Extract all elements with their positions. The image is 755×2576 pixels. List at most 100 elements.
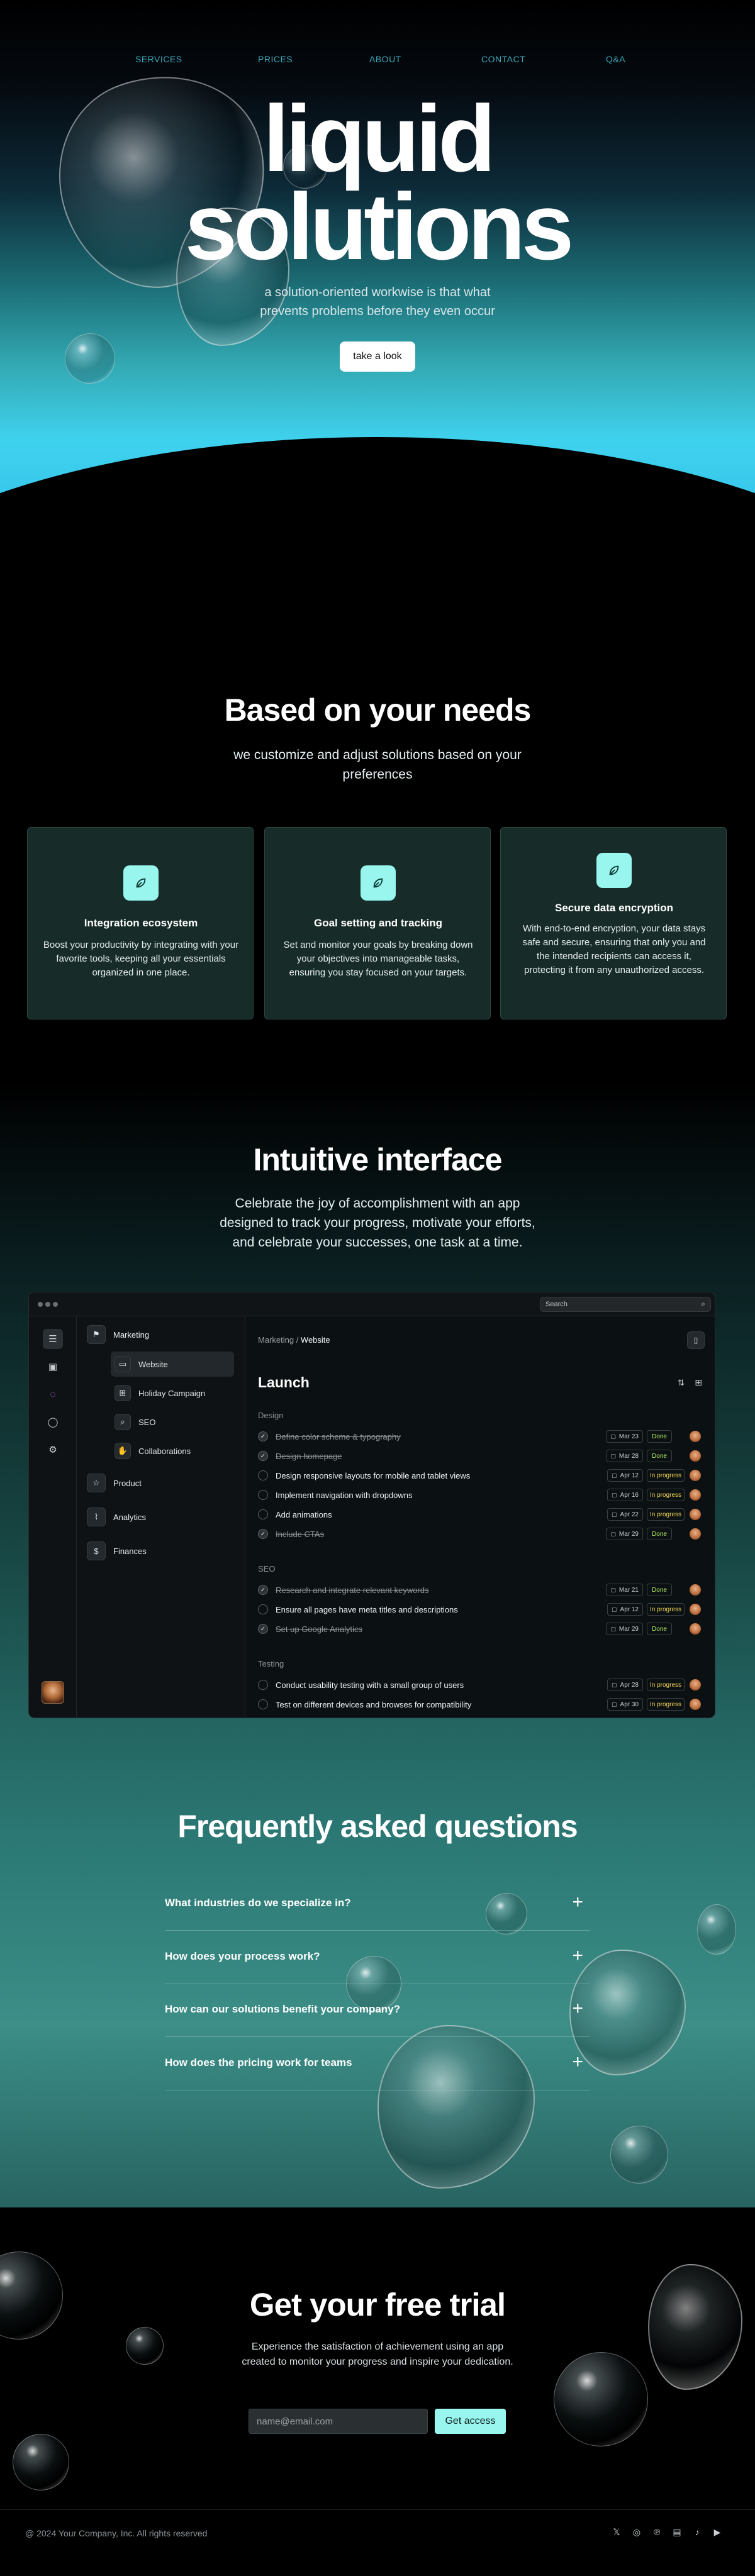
task-row[interactable]: Conduct usability testing with a small g… (258, 1677, 703, 1693)
task-board: Marketing / Website ▯ Launch ⇅ ⊞ Design ✓… (245, 1316, 715, 1718)
sidebar-subitem-seo[interactable]: ⌕ SEO (111, 1409, 234, 1435)
panel-toggle-icon[interactable]: ▯ (687, 1331, 705, 1349)
task-due-date[interactable]: ▢ Mar 23 (606, 1430, 643, 1443)
sidebar-item-marketing[interactable]: ⚑ Marketing (87, 1324, 149, 1345)
grid-view-icon[interactable]: ⊞ (695, 1377, 702, 1388)
sidebar-item-product[interactable]: ☆ Product (87, 1472, 142, 1494)
task-row[interactable]: Implement navigation with dropdowns ▢ Apr … (258, 1487, 703, 1503)
task-row[interactable]: Add animations ▢ Apr 22 In progress (258, 1506, 703, 1523)
hero-curve-divider (0, 437, 755, 503)
take-a-look-button[interactable]: take a look (340, 341, 415, 372)
gear-icon[interactable]: ⚙ (43, 1440, 63, 1460)
faq-item[interactable]: How does the pricing work for teams + (165, 2038, 590, 2090)
calendar-icon: ▢ (610, 1586, 616, 1593)
assignee-avatar[interactable] (690, 1431, 701, 1442)
linkedin-icon[interactable]: ▤ (669, 2524, 685, 2540)
assignee-avatar[interactable] (690, 1699, 701, 1710)
checked-circle-icon[interactable]: ✓ (258, 1585, 268, 1595)
assignee-avatar[interactable] (690, 1679, 701, 1690)
unchecked-circle-icon[interactable] (258, 1470, 268, 1480)
sidebar-subitem-website[interactable]: ▭ Website (111, 1352, 234, 1377)
plus-icon[interactable]: + (572, 1945, 583, 1967)
checked-circle-icon[interactable]: ✓ (258, 1451, 268, 1461)
spinner-icon[interactable]: ◌ (43, 1384, 63, 1404)
unchecked-circle-icon[interactable] (258, 1490, 268, 1500)
email-field[interactable] (249, 2409, 428, 2434)
window-close-dot[interactable] (38, 1302, 43, 1307)
unchecked-circle-icon[interactable] (258, 1680, 268, 1690)
task-row[interactable]: ✓ Set up Google Analytics ▢ Mar 29 Done (258, 1621, 703, 1637)
task-row[interactable]: ✓ Define color scheme & typography ▢ Mar 23… (258, 1428, 703, 1445)
window-minimize-dot[interactable] (45, 1302, 50, 1307)
nav-link-qa[interactable]: Q&A (606, 54, 625, 64)
handshake-icon: ✋ (115, 1443, 131, 1459)
interface-subtitle-line3: and celebrate your successes, one task a… (232, 1235, 523, 1250)
sidebar-subitem-collaborations[interactable]: ✋ Collaborations (111, 1438, 234, 1463)
plus-icon[interactable]: + (572, 1892, 583, 1913)
task-due-date[interactable]: ▢ Mar 28 (606, 1450, 643, 1462)
avatar[interactable] (42, 1681, 64, 1704)
nav-link-about[interactable]: ABOUT (369, 54, 401, 64)
assignee-avatar[interactable] (690, 1470, 701, 1481)
task-due-date[interactable]: ▢ Mar 21 (606, 1584, 643, 1596)
faq-item[interactable]: What industries do we specialize in? + (165, 1878, 590, 1931)
assignee-avatar[interactable] (690, 1604, 701, 1615)
assignee-avatar[interactable] (690, 1450, 701, 1462)
search-input[interactable]: Search ⌕ (540, 1297, 711, 1312)
calendar-icon[interactable]: ▣ (43, 1357, 63, 1377)
x-icon[interactable]: 𝕏 (609, 2524, 624, 2540)
checked-circle-icon[interactable]: ✓ (258, 1529, 268, 1539)
unchecked-circle-icon[interactable] (258, 1509, 268, 1519)
task-row[interactable]: ✓ Research and integrate relevant keyword… (258, 1582, 703, 1598)
task-due-date[interactable]: ▢ Apr 12 (607, 1603, 643, 1616)
window-maximize-dot[interactable] (53, 1302, 58, 1307)
faq-item[interactable]: How can our solutions benefit your compa… (165, 1984, 590, 2037)
nav-link-contact[interactable]: CONTACT (481, 54, 525, 64)
needs-subtitle-line1: we customize and adjust solutions based … (233, 748, 522, 762)
get-access-button[interactable]: Get access (435, 2409, 506, 2434)
unchecked-circle-icon[interactable] (258, 1699, 268, 1709)
calendar-icon: ▢ (610, 1530, 616, 1537)
assignee-avatar[interactable] (690, 1528, 701, 1540)
task-row[interactable]: Design responsive layouts for mobile and… (258, 1467, 703, 1484)
task-row[interactable]: Test on different devices and browses fo… (258, 1696, 703, 1713)
breadcrumb-parent[interactable]: Marketing (258, 1335, 294, 1345)
calendar-icon: ▢ (612, 1472, 617, 1479)
task-row[interactable]: Ensure all pages have meta titles and de… (258, 1601, 703, 1618)
tiktok-icon[interactable]: ♪ (690, 2524, 705, 2540)
assignee-avatar[interactable] (690, 1623, 701, 1635)
sidebar-item-analytics[interactable]: ⌇ Analytics (87, 1506, 146, 1528)
card-title: Goal setting and tracking (313, 917, 443, 929)
task-name: Design homepage (276, 1451, 342, 1461)
task-due-date[interactable]: ▢ Apr 12 (607, 1469, 643, 1482)
assignee-avatar[interactable] (690, 1509, 701, 1520)
unchecked-circle-icon[interactable] (258, 1604, 268, 1614)
nav-link-services[interactable]: SERVICES (135, 54, 182, 64)
feature-card-encryption: Secure data encryption With end-to-end e… (500, 827, 727, 1019)
list-view-icon[interactable]: ⇅ (678, 1378, 685, 1388)
faq-item[interactable]: How does your process work? + (165, 1931, 590, 1984)
instagram-icon[interactable]: ◎ (629, 2524, 644, 2540)
plus-icon[interactable]: + (572, 2051, 583, 2073)
youtube-icon[interactable]: ▶ (710, 2524, 725, 2540)
assignee-avatar[interactable] (690, 1489, 701, 1501)
sidebar-subitem-holiday-campaign[interactable]: ⊞ Holiday Campaign (111, 1380, 234, 1406)
task-row[interactable]: ✓ Include CTAs ▢ Mar 29 Done (258, 1526, 703, 1542)
task-row[interactable]: ✓ Design homepage ▢ Mar 28 Done (258, 1448, 703, 1464)
nav-link-prices[interactable]: PRICES (258, 54, 293, 64)
sidebar-item-finances[interactable]: $ Finances (87, 1540, 147, 1562)
task-due-date[interactable]: ▢ Apr 28 (607, 1679, 643, 1691)
list-icon[interactable]: ☰ (43, 1329, 63, 1349)
task-due-date[interactable]: ▢ Apr 30 (607, 1698, 643, 1711)
task-due-date[interactable]: ▢ Apr 22 (607, 1508, 643, 1521)
chat-icon[interactable]: ◯ (43, 1412, 63, 1432)
assignee-avatar[interactable] (690, 1584, 701, 1596)
checked-circle-icon[interactable]: ✓ (258, 1431, 268, 1441)
gift-icon: ⊞ (115, 1385, 131, 1401)
plus-icon[interactable]: + (572, 1998, 583, 2019)
task-due-date[interactable]: ▢ Mar 29 (606, 1623, 643, 1635)
task-due-date[interactable]: ▢ Mar 29 (606, 1528, 643, 1540)
checked-circle-icon[interactable]: ✓ (258, 1624, 268, 1634)
pinterest-icon[interactable]: ℗ (649, 2524, 664, 2540)
task-due-date[interactable]: ▢ Apr 16 (607, 1489, 643, 1501)
